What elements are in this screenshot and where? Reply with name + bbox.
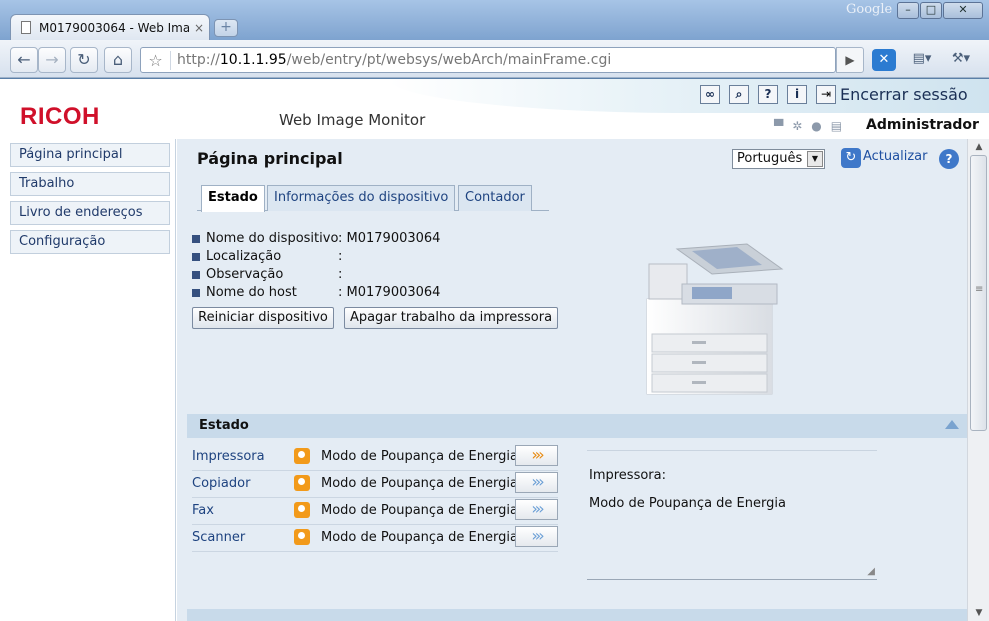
scroll-up-icon[interactable]: ▲ bbox=[971, 139, 987, 155]
help-icon[interactable]: ? bbox=[758, 85, 778, 104]
link-icon[interactable]: ∞ bbox=[700, 85, 720, 104]
back-icon[interactable]: ← bbox=[10, 47, 38, 73]
bullet-icon bbox=[192, 235, 200, 243]
power-save-icon bbox=[294, 475, 310, 491]
clear-printer-jobs-button[interactable]: Apagar trabalho da impressora bbox=[344, 307, 558, 329]
scroll-down-icon[interactable]: ▼ bbox=[971, 605, 987, 621]
user-status-icons: ▀✲●▤ bbox=[774, 119, 852, 133]
browser-titlebar: M0179003064 - Web Ima... × + Google – □ … bbox=[0, 0, 989, 40]
bullet-icon bbox=[192, 289, 200, 297]
search-icon[interactable]: ⌕ bbox=[729, 85, 749, 104]
page-header: RICOH Web Image Monitor ∞ ⌕ ? i ⇥ Encerr… bbox=[0, 79, 989, 139]
next-section-header bbox=[187, 609, 967, 621]
tab-title: M0179003064 - Web Ima... bbox=[39, 20, 189, 35]
minimize-icon[interactable]: – bbox=[897, 2, 919, 19]
device-link[interactable]: Impressora bbox=[192, 449, 265, 464]
app-title: Web Image Monitor bbox=[279, 111, 426, 129]
url-text: http://10.1.1.95/web/entry/pt/websys/web… bbox=[177, 52, 612, 68]
tab-status[interactable]: Estado bbox=[201, 185, 265, 212]
section-title: Estado bbox=[199, 418, 249, 433]
tab-device-info[interactable]: Informações do dispositivo bbox=[267, 185, 456, 211]
bullet-icon bbox=[192, 271, 200, 279]
close-window-icon[interactable]: ✕ bbox=[943, 2, 983, 19]
device-link[interactable]: Fax bbox=[192, 503, 214, 518]
content-tabs: Estado Informações do dispositivo Contad… bbox=[197, 185, 549, 212]
home-icon[interactable]: ⌂ bbox=[104, 47, 132, 73]
logout-icon[interactable]: ⇥ bbox=[816, 85, 836, 104]
device-row-scanner: Scanner Modo de Poupança de Energia ››› bbox=[192, 525, 558, 552]
printer-image bbox=[646, 243, 784, 395]
forward-icon[interactable]: → bbox=[38, 47, 66, 73]
reset-device-button[interactable]: Reiniciar dispositivo bbox=[192, 307, 334, 329]
detail-status: Modo de Poupança de Energia bbox=[589, 496, 786, 511]
detail-device: Impressora: bbox=[589, 468, 666, 483]
status-section-header: Estado bbox=[187, 414, 967, 438]
go-icon[interactable]: ▶ bbox=[836, 47, 864, 73]
power-save-icon bbox=[294, 502, 310, 518]
bullet-icon bbox=[192, 253, 200, 261]
collapse-icon[interactable] bbox=[945, 420, 959, 429]
scroll-thumb[interactable]: ≡ bbox=[970, 155, 987, 431]
page-title: Página principal bbox=[197, 149, 343, 168]
browser-brand: Google bbox=[846, 2, 893, 17]
browser-tab[interactable]: M0179003064 - Web Ima... × bbox=[10, 14, 210, 40]
details-arrow-button[interactable]: ››› bbox=[515, 526, 558, 547]
page: RICOH Web Image Monitor ∞ ⌕ ? i ⇥ Encerr… bbox=[0, 79, 989, 621]
details-arrow-button[interactable]: ››› bbox=[515, 445, 558, 466]
sidebar-item-address-book[interactable]: Livro de endereços bbox=[10, 201, 170, 225]
page-icon bbox=[21, 21, 31, 34]
device-row-printer: Impressora Modo de Poupança de Energia ›… bbox=[192, 444, 558, 471]
maximize-icon[interactable]: □ bbox=[920, 2, 942, 19]
address-bar[interactable]: ☆ http://10.1.1.95/web/entry/pt/websys/w… bbox=[140, 47, 836, 73]
chevron-down-icon: ▼ bbox=[807, 151, 823, 167]
logout-link[interactable]: Encerrar sessão bbox=[840, 85, 968, 104]
device-row-fax: Fax Modo de Poupança de Energia ››› bbox=[192, 498, 558, 525]
sidebar-item-home[interactable]: Página principal bbox=[10, 143, 170, 167]
close-tab-icon[interactable]: × bbox=[189, 21, 209, 35]
device-link[interactable]: Scanner bbox=[192, 530, 245, 545]
browser-toolbar: ← → ↻ ⌂ ☆ http://10.1.1.95/web/entry/pt/… bbox=[0, 40, 989, 78]
device-status: Modo de Poupança de Energia bbox=[321, 449, 518, 464]
reload-icon[interactable]: ↻ bbox=[70, 47, 98, 73]
wrench-menu-icon[interactable]: ⚒▾ bbox=[944, 47, 978, 73]
sidebar: Página principal Trabalho Livro de ender… bbox=[0, 139, 176, 621]
device-status: Modo de Poupança de Energia bbox=[321, 503, 518, 518]
page-menu-icon[interactable]: ▤▾ bbox=[905, 47, 939, 73]
language-value: Português bbox=[737, 151, 803, 166]
device-status: Modo de Poupança de Energia bbox=[321, 476, 518, 491]
details-arrow-button[interactable]: ››› bbox=[515, 472, 558, 493]
sidebar-item-configuration[interactable]: Configuração bbox=[10, 230, 170, 254]
device-row-copier: Copiador Modo de Poupança de Energia ››› bbox=[192, 471, 558, 498]
tab-counter[interactable]: Contador bbox=[458, 185, 532, 211]
info-icon[interactable]: i bbox=[787, 85, 807, 104]
extension-icon[interactable]: ✕ bbox=[872, 49, 896, 71]
new-tab-button[interactable]: + bbox=[214, 19, 238, 37]
device-link[interactable]: Copiador bbox=[192, 476, 250, 491]
refresh-link[interactable]: Actualizar bbox=[863, 149, 927, 164]
language-select[interactable]: Português ▼ bbox=[732, 149, 825, 169]
main-content: Página principal Português ▼ ↻ Actualiza… bbox=[177, 139, 967, 621]
power-save-icon bbox=[294, 529, 310, 545]
power-save-icon bbox=[294, 448, 310, 464]
details-arrow-button[interactable]: ››› bbox=[515, 499, 558, 520]
device-status: Modo de Poupança de Energia bbox=[321, 530, 518, 545]
resize-grip-icon[interactable]: ◢ bbox=[867, 566, 875, 577]
ricoh-logo: RICOH bbox=[20, 103, 100, 130]
scrollbar[interactable]: ▲ ≡ ▼ bbox=[967, 139, 989, 621]
refresh-icon[interactable]: ↻ bbox=[841, 148, 861, 168]
user-name: Administrador bbox=[866, 117, 979, 133]
page-help-icon[interactable]: ? bbox=[939, 149, 959, 169]
status-detail-box[interactable]: Impressora: Modo de Poupança de Energia … bbox=[587, 450, 877, 580]
bookmark-star-icon[interactable]: ☆ bbox=[141, 50, 171, 70]
sidebar-item-jobs[interactable]: Trabalho bbox=[10, 172, 170, 196]
